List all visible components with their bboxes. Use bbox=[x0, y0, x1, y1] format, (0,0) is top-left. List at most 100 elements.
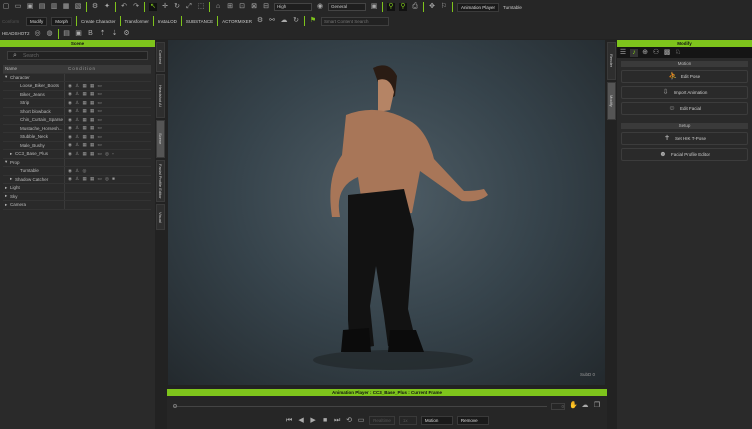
actormixer-button[interactable]: ACTORMIXER bbox=[222, 19, 252, 24]
item-condition-icons[interactable]: ◉ ♙ ▦ ▦ ▭ bbox=[65, 117, 103, 123]
gear-icon[interactable]: ⚙ bbox=[256, 17, 264, 25]
scene-tree-item[interactable]: ▸ Shadow Catcher ◉ ♙ ▦ ▦ ▭ ◎ ■ bbox=[3, 175, 151, 184]
loop-icon[interactable]: ⟲ bbox=[345, 417, 353, 425]
save-icon[interactable]: ▣ bbox=[26, 3, 34, 11]
set-t-pose-button[interactable]: ✝ Set HIK T-Pose bbox=[621, 132, 748, 145]
print-icon[interactable]: ⎙ bbox=[411, 3, 419, 11]
left-tab[interactable]: Content bbox=[156, 42, 165, 72]
transformer-button[interactable]: Transformer bbox=[125, 19, 149, 24]
scene-tree-item[interactable]: Biker_Jeans ◉ ♙ ▦ ▦ ▭ bbox=[3, 90, 151, 99]
gizmo-local-icon[interactable]: ⚲ bbox=[399, 3, 407, 11]
scene-search[interactable]: ⌕ Search bbox=[7, 51, 148, 60]
morph-button[interactable]: Morph bbox=[51, 16, 73, 26]
scene-tree-item[interactable]: Turntable ◉ ♙ ◎ bbox=[3, 167, 151, 176]
import-animation-button[interactable]: ⇩ Import Animation bbox=[621, 86, 748, 99]
undo-icon[interactable]: ↶ bbox=[120, 3, 128, 11]
record-icon[interactable]: ◉ bbox=[316, 3, 324, 11]
bake-icon[interactable]: B bbox=[87, 30, 95, 38]
setup-section[interactable]: Setup bbox=[621, 123, 748, 129]
fit-icon[interactable]: ⊞ bbox=[226, 3, 234, 11]
open-icon[interactable]: ▭ bbox=[14, 3, 22, 11]
rotate-icon[interactable]: ↻ bbox=[173, 3, 181, 11]
smart-search-icon[interactable]: ⚑ bbox=[309, 17, 317, 25]
morph-icon[interactable]: ⊕ bbox=[641, 49, 649, 57]
realtime-button[interactable]: Realtime bbox=[369, 416, 395, 425]
new-icon[interactable]: ▢ bbox=[2, 3, 10, 11]
export-icon[interactable]: ▥ bbox=[50, 3, 58, 11]
scene-tree-item[interactable]: Male_Bushy ◉ ♙ ▦ ▦ ▭ bbox=[3, 141, 151, 150]
generate-icon[interactable]: ▤ bbox=[63, 30, 71, 38]
first-frame-icon[interactable]: ⏮ bbox=[285, 417, 293, 425]
physics-icon[interactable]: ⚇ bbox=[652, 49, 660, 57]
create-character-button[interactable]: Create Character bbox=[81, 19, 116, 24]
scene-tree-item[interactable]: Mustache_Horsesh... ◉ ♙ ▦ ▦ ▭ bbox=[3, 124, 151, 133]
refresh-icon[interactable]: ↻ bbox=[292, 17, 300, 25]
item-condition-icons[interactable]: ◉ ♙ ▦ ▦ ▭ bbox=[65, 134, 103, 140]
gizmo-icon[interactable]: ⚲ bbox=[387, 3, 395, 11]
home-icon[interactable]: ⌂ bbox=[214, 3, 222, 11]
upload-icon[interactable]: ⇡ bbox=[99, 30, 107, 38]
remove-button[interactable]: Remove bbox=[456, 416, 489, 425]
pointer-icon[interactable]: ✦ bbox=[103, 3, 111, 11]
skin-icon[interactable]: ♘ bbox=[674, 49, 682, 57]
viewport[interactable]: SubD 0 bbox=[168, 40, 605, 385]
flag-icon[interactable]: ⚐ bbox=[440, 3, 448, 11]
quality-select[interactable]: High bbox=[274, 3, 312, 11]
attributes-icon[interactable]: ☰ bbox=[619, 49, 627, 57]
turntable-button[interactable]: Turntable bbox=[503, 5, 522, 10]
scene-tree-item[interactable]: ▾ Prop bbox=[3, 158, 151, 167]
prev-frame-icon[interactable]: ◀ bbox=[297, 417, 305, 425]
zoom-extent-icon[interactable]: ⊡ bbox=[238, 3, 246, 11]
cloud-icon[interactable]: ☁ bbox=[581, 402, 589, 410]
edit-pose-button[interactable]: ⛹ Edit Pose bbox=[621, 70, 748, 83]
left-tab[interactable]: Visual bbox=[156, 204, 165, 230]
link-icon[interactable]: ⚯ bbox=[268, 17, 276, 25]
conform-button[interactable]: Conform bbox=[2, 19, 22, 24]
download-icon[interactable]: ⇣ bbox=[111, 30, 119, 38]
scene-tree-item[interactable]: Stubble_Neck ◉ ♙ ▦ ▦ ▭ bbox=[3, 133, 151, 142]
settings-icon[interactable]: ⚙ bbox=[91, 3, 99, 11]
stop-icon[interactable]: ■ bbox=[321, 417, 329, 425]
scene-tree-item[interactable]: Chin_Curtain_Sparse ◉ ♙ ▦ ▦ ▭ bbox=[3, 116, 151, 125]
photo-icon[interactable]: ▣ bbox=[75, 30, 83, 38]
speed-select[interactable]: 1x bbox=[398, 416, 417, 425]
checker-icon[interactable]: ▩ bbox=[663, 49, 671, 57]
scene-tree-item[interactable]: ▾ Character bbox=[3, 73, 151, 82]
item-condition-icons[interactable]: ◉ ♙ ▦ ▦ ▭ bbox=[65, 142, 103, 148]
camera-icon[interactable]: ▭ bbox=[357, 417, 365, 425]
motion-section[interactable]: Motion bbox=[621, 61, 748, 67]
left-tab[interactable]: Facial Profile Editor bbox=[156, 160, 165, 202]
settings-icon[interactable]: ⚙ bbox=[123, 30, 131, 38]
item-condition-icons[interactable]: ◉ ♙ ▦ ▦ ▭ bbox=[65, 108, 103, 114]
item-condition-icons[interactable]: ◉ ♙ ▦ ▦ ▭ bbox=[65, 125, 103, 131]
pan-icon[interactable]: ⊟ bbox=[262, 3, 270, 11]
head-icon[interactable]: ◎ bbox=[34, 30, 42, 38]
scene-tree-item[interactable]: ▸ Sky bbox=[3, 192, 151, 201]
left-tab[interactable]: Headshot AI bbox=[156, 74, 165, 118]
item-condition-icons[interactable]: ◉ ♙ ▦ ▦ ▭ bbox=[65, 83, 103, 89]
select-icon[interactable]: ↖ bbox=[149, 3, 157, 11]
last-frame-icon[interactable]: ⏭ bbox=[333, 417, 341, 425]
scene-tree-item[interactable]: ▸ Camera bbox=[3, 201, 151, 210]
scene-tree-item[interactable]: Strip ◉ ♙ ▦ ▦ ▭ bbox=[3, 99, 151, 108]
motion-tab-icon[interactable]: ♪ bbox=[630, 49, 638, 57]
item-condition-icons[interactable]: ◉ ♙ ▦ ▦ ▭ ◎ ■ bbox=[65, 176, 116, 182]
export-fbx-icon[interactable]: ▦ bbox=[62, 3, 70, 11]
cloud-icon[interactable]: ☁ bbox=[280, 17, 288, 25]
import-icon[interactable]: ▤ bbox=[38, 3, 46, 11]
move-icon[interactable]: ✛ bbox=[161, 3, 169, 11]
right-tab[interactable]: Render bbox=[607, 42, 616, 80]
orbit-icon[interactable]: ⊠ bbox=[250, 3, 258, 11]
scene-tree-item[interactable]: ▸ CC3_Base_Plus ◉ ♙ ▦ ▦ ▭ ◎ ▫ bbox=[3, 150, 151, 159]
left-tab[interactable]: Scene bbox=[156, 120, 165, 158]
right-tab[interactable]: Modify bbox=[607, 82, 616, 120]
item-condition-icons[interactable]: ◉ ♙ ▦ ▦ ▭ bbox=[65, 100, 103, 106]
scale-icon[interactable]: ⤢ bbox=[185, 3, 193, 11]
substance-button[interactable]: SUBSTANCE bbox=[186, 19, 213, 24]
windows-icon[interactable]: ❐ bbox=[593, 402, 601, 410]
instalod-button[interactable]: InstaLOD bbox=[158, 19, 177, 24]
scene-tree-item[interactable]: ▸ Light bbox=[3, 184, 151, 193]
item-condition-icons[interactable]: ◉ ♙ ▦ ▦ ▭ ◎ ▫ bbox=[65, 151, 115, 157]
scene-tree-item[interactable]: Loose_Biker_Boots ◉ ♙ ▦ ▦ ▭ bbox=[3, 82, 151, 91]
puzzle-icon[interactable]: ✥ bbox=[428, 3, 436, 11]
